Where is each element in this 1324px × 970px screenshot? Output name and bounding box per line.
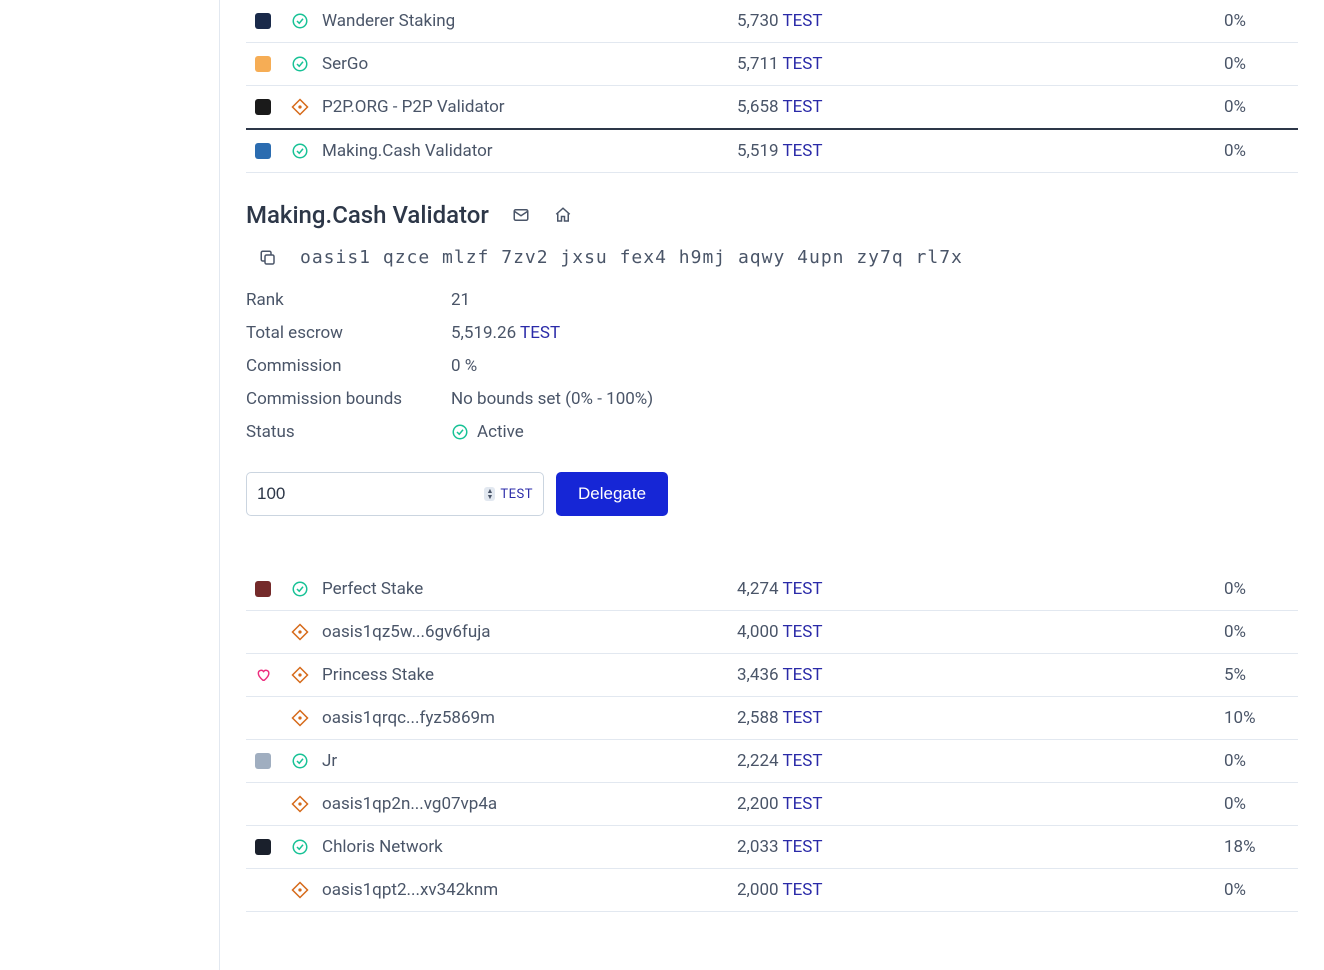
check-circle-icon [291,838,309,856]
check-circle-icon [291,580,309,598]
validator-commission: 0% [1224,880,1289,900]
validator-amount: 4,274 TEST [737,579,1067,599]
copy-icon[interactable] [258,248,278,268]
check-circle-icon [451,423,469,441]
alert-diamond-icon [291,98,309,116]
avatar [255,56,271,72]
validator-commission: 0% [1224,794,1289,814]
validator-amount: 2,224 TEST [737,751,1067,771]
validator-commission: 0% [1224,622,1289,642]
commission-label: Commission [246,356,451,376]
validator-commission: 0% [1224,751,1289,771]
avatar-empty [255,882,271,898]
validator-commission: 18% [1224,837,1289,857]
validator-list-top: Wanderer Staking5,730 TEST0%SerGo5,711 T… [246,0,1298,173]
check-circle-icon [291,142,309,160]
avatar-empty [255,710,271,726]
validator-name: oasis1qpt2...xv342knm [322,880,737,900]
validator-name: SerGo [322,54,737,74]
check-circle-icon [291,752,309,770]
validator-name: oasis1qp2n...vg07vp4a [322,794,737,814]
table-row[interactable]: Making.Cash Validator5,519 TEST 0% [246,130,1298,173]
validator-name: Jr [322,751,737,771]
alert-diamond-icon [291,623,309,641]
validator-commission: 10% [1224,708,1289,728]
status-label: Status [246,422,451,442]
amount-input[interactable] [257,484,484,504]
bounds-value: No bounds set (0% - 100%) [451,389,1298,409]
avatar [255,99,271,115]
heart-icon [255,667,271,683]
validator-amount: 2,000 TEST [737,880,1067,900]
status-value: Active [451,422,1298,442]
table-row[interactable]: Jr2,224 TEST 0% [246,740,1298,783]
validator-amount: 2,588 TEST [737,708,1067,728]
validator-amount: 5,519 TEST [737,141,1067,161]
quantity-stepper[interactable]: ▲ ▼ [484,487,495,501]
delegate-button[interactable]: Delegate [556,472,668,516]
validator-amount: 2,033 TEST [737,837,1067,857]
chevron-down-icon[interactable]: ▼ [486,494,493,500]
avatar-empty [255,624,271,640]
escrow-value: 5,519.26 TEST [451,323,1298,343]
avatar [255,753,271,769]
validator-amount: 5,711 TEST [737,54,1067,74]
avatar [255,839,271,855]
table-row[interactable]: Perfect Stake4,274 TEST 0% [246,568,1298,611]
validator-commission: 0% [1224,97,1289,117]
escrow-label: Total escrow [246,323,451,343]
validator-amount: 4,000 TEST [737,622,1067,642]
table-row[interactable]: Princess Stake3,436 TEST 5% [246,654,1298,697]
table-row[interactable]: oasis1qz5w...6gv6fuja4,000 TEST 0% [246,611,1298,654]
mail-icon[interactable] [511,205,531,225]
avatar [255,143,271,159]
validator-name: Making.Cash Validator [322,141,737,161]
commission-value: 0 % [451,356,1298,376]
table-row[interactable]: oasis1qp2n...vg07vp4a2,200 TEST 0% [246,783,1298,826]
validator-commission: 0% [1224,141,1289,161]
validator-detail-panel: Making.Cash Validator oasis1 qzce mlzf 7… [246,173,1298,568]
validator-address: oasis1 qzce mlzf 7zv2 jxsu fex4 h9mj aqw… [300,247,963,268]
validator-amount: 5,730 TEST [737,11,1067,31]
table-row[interactable]: Chloris Network2,033 TEST 18% [246,826,1298,869]
avatar [255,13,271,29]
rank-value: 21 [451,290,1298,310]
validator-amount: 2,200 TEST [737,794,1067,814]
table-row[interactable]: P2P.ORG - P2P Validator5,658 TEST 0% [246,86,1298,130]
validator-name: Chloris Network [322,837,737,857]
alert-diamond-icon [291,709,309,727]
check-circle-icon [291,55,309,73]
validator-name: Perfect Stake [322,579,737,599]
avatar [255,581,271,597]
validator-name: oasis1qz5w...6gv6fuja [322,622,737,642]
validator-commission: 0% [1224,54,1289,74]
table-row[interactable]: oasis1qpt2...xv342knm2,000 TEST 0% [246,869,1298,912]
table-row[interactable]: Wanderer Staking5,730 TEST 0% [246,0,1298,43]
validator-name: oasis1qrqc...fyz5869m [322,708,737,728]
validator-name: P2P.ORG - P2P Validator [322,97,737,117]
validator-title: Making.Cash Validator [246,201,489,229]
table-row[interactable]: SerGo5,711 TEST 0% [246,43,1298,86]
validator-amount: 5,658 TEST [737,97,1067,117]
validator-name: Wanderer Staking [322,11,737,31]
validator-amount: 3,436 TEST [737,665,1067,685]
alert-diamond-icon [291,881,309,899]
validator-name: Princess Stake [322,665,737,685]
amount-input-wrap[interactable]: ▲ ▼ TEST [246,472,544,516]
validator-list-bottom: Perfect Stake4,274 TEST0%oasis1qz5w...6g… [246,568,1298,912]
avatar-empty [255,796,271,812]
sidebar [0,0,220,970]
validator-commission: 0% [1224,11,1289,31]
validator-commission: 0% [1224,579,1289,599]
home-icon[interactable] [553,205,573,225]
check-circle-icon [291,12,309,30]
table-row[interactable]: oasis1qrqc...fyz5869m2,588 TEST 10% [246,697,1298,740]
alert-diamond-icon [291,795,309,813]
rank-label: Rank [246,290,451,310]
alert-diamond-icon [291,666,309,684]
bounds-label: Commission bounds [246,389,451,409]
input-token-suffix: TEST [500,487,533,502]
main-content: Wanderer Staking5,730 TEST0%SerGo5,711 T… [220,0,1324,970]
validator-commission: 5% [1224,665,1289,685]
